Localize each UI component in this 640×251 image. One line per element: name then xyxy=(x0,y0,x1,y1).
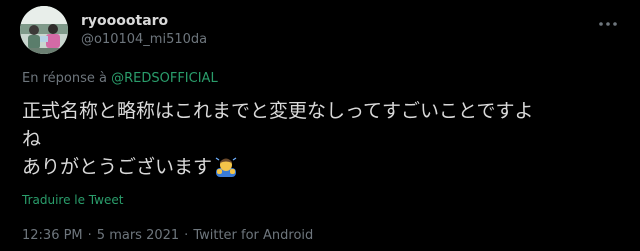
reply-context: En réponse à @REDSOFFICIAL xyxy=(22,71,218,87)
tweet-text-line-content: ありがとうございます xyxy=(22,156,213,178)
reply-mention-link[interactable]: @REDSOFFICIAL xyxy=(111,71,218,86)
tweet-text-line: 正式名称と略称はこれまでと変更なしってすごいことですよ xyxy=(22,100,534,122)
meta-separator: · xyxy=(184,228,189,243)
tweet-text-line: ね xyxy=(22,128,42,150)
avatar[interactable] xyxy=(20,6,68,54)
display-name[interactable]: ryooootaro xyxy=(81,12,207,30)
avatar-photo xyxy=(20,6,68,54)
person-bowing-emoji-icon xyxy=(214,154,238,186)
tweet-time[interactable]: 12:36 PM xyxy=(22,228,83,243)
tweet-source[interactable]: Twitter for Android xyxy=(193,228,313,243)
tweet-text-line-last: ありがとうございます xyxy=(22,153,622,186)
reply-prefix: En réponse à xyxy=(22,71,107,86)
translate-tweet-link[interactable]: Traduire le Tweet xyxy=(22,193,123,207)
meta-separator: · xyxy=(87,228,92,243)
user-handle[interactable]: @o10104_mi510da xyxy=(81,31,207,49)
tweet-date[interactable]: 5 mars 2021 xyxy=(97,228,179,243)
user-info: ryooootaro @o10104_mi510da xyxy=(81,12,207,49)
more-options-icon[interactable] xyxy=(598,14,618,26)
tweet-text: 正式名称と略称はこれまでと変更なしってすごいことですよ ね ありがとうございます xyxy=(22,97,622,186)
tweet-header: ryooootaro @o10104_mi510da xyxy=(20,6,620,54)
tweet-meta: 12:36 PM · 5 mars 2021 · Twitter for Android xyxy=(22,228,313,243)
